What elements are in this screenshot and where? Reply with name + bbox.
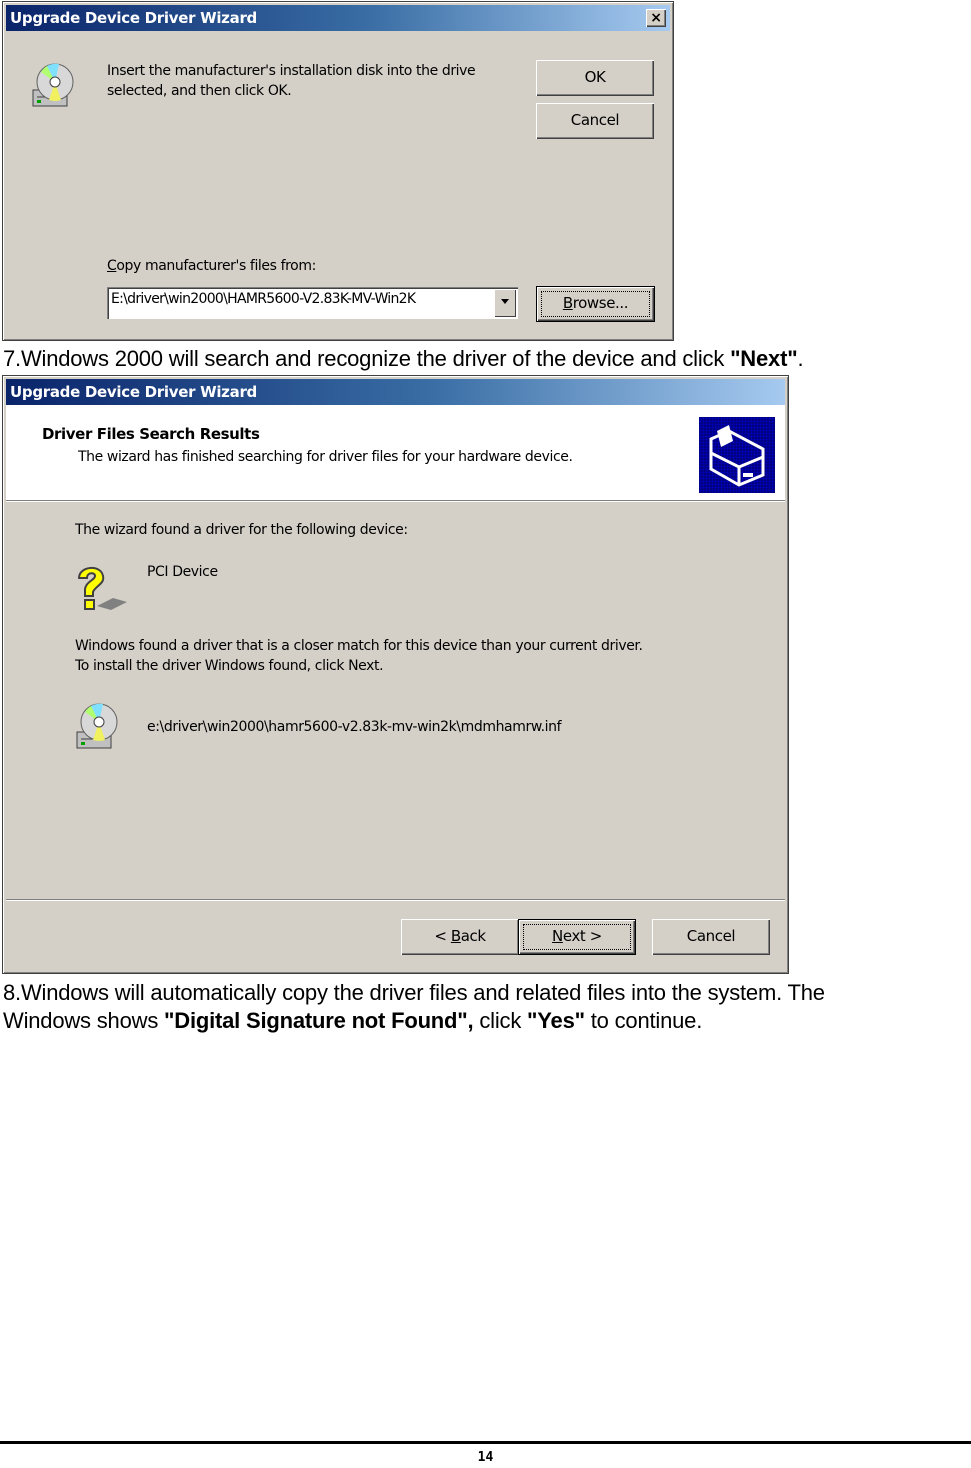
step7-text: 7.Windows 2000 will search and recognize… <box>3 346 804 372</box>
step8-text-c: click <box>473 1008 528 1033</box>
cancel-button[interactable]: Cancel <box>652 919 770 955</box>
device-name: PCI Device <box>147 564 218 580</box>
back-button[interactable]: < Back <box>401 919 519 955</box>
back-button-label: < Back <box>434 927 486 945</box>
copy-label-text: opy manufacturer's files from: <box>116 258 316 274</box>
found-driver-label: The wizard found a driver for the follow… <box>75 522 408 538</box>
insert-disk-message-line2: selected, and then click OK. <box>107 83 292 99</box>
dialog-titlebar: Upgrade Device Driver Wizard <box>6 379 785 405</box>
dialog-title: Upgrade Device Driver Wizard <box>10 9 257 27</box>
driver-search-results-dialog: Upgrade Device Driver Wizard Driver File… <box>2 375 789 974</box>
copy-from-combobox[interactable]: E:\driver\win2000\HAMR5600-V2.83K-MV-Win… <box>107 287 518 319</box>
dialog-titlebar: Upgrade Device Driver Wizard × <box>6 5 670 31</box>
cancel-button-label: Cancel <box>570 111 620 129</box>
dialog-title: Upgrade Device Driver Wizard <box>10 383 257 401</box>
footer-separator <box>6 899 785 901</box>
browse-label-text: rowse... <box>572 294 629 312</box>
back-label-text: ack <box>460 927 486 945</box>
next-button-label: Next > <box>552 927 602 945</box>
step8-text-e: to continue. <box>584 1008 703 1033</box>
cancel-button[interactable]: Cancel <box>536 103 654 139</box>
copy-from-value: E:\driver\win2000\HAMR5600-V2.83K-MV-Win… <box>111 291 416 307</box>
step7-bold: "Next" <box>730 346 798 371</box>
insert-disk-message-line1: Insert the manufacturer's installation d… <box>107 63 476 79</box>
closer-match-line2: To install the driver Windows found, cli… <box>75 658 384 674</box>
back-accesskey: B <box>450 927 461 945</box>
step8-bold-signature: "Digital Signature not Found", <box>164 1008 474 1033</box>
wizard-header: Driver Files Search Results The wizard h… <box>6 405 785 501</box>
step8-bold-yes: "Yes" <box>527 1008 585 1033</box>
close-icon: × <box>650 10 662 26</box>
hardware-wizard-icon <box>699 417 775 493</box>
footer-rule <box>0 1441 971 1444</box>
step7-body: 7.Windows 2000 will search and recognize… <box>3 346 731 371</box>
browse-button-label: Browse... <box>562 294 629 312</box>
next-button[interactable]: Next > <box>518 919 636 955</box>
cd-drive-icon <box>76 703 118 749</box>
step8-line1: 8.Windows will automatically copy the dr… <box>3 980 825 1005</box>
closer-match-line1: Windows found a driver that is a closer … <box>75 638 643 654</box>
insert-disk-dialog: Upgrade Device Driver Wizard × Insert th… <box>2 1 674 341</box>
step8-line2: Windows shows "Digital Signature not Fou… <box>3 1008 702 1034</box>
step7-tail: . <box>797 346 804 371</box>
ok-button-label: OK <box>584 68 606 86</box>
next-accesskey: N <box>552 927 563 945</box>
browse-accesskey: B <box>562 294 573 312</box>
page-number: 14 <box>477 1450 494 1465</box>
close-button[interactable]: × <box>646 9 666 27</box>
wizard-header-title: Driver Files Search Results <box>42 425 260 443</box>
back-arrow: < <box>434 927 451 945</box>
step8-text-a: Windows shows <box>3 1008 165 1033</box>
copy-files-label: Copy manufacturer's files from: <box>107 258 316 274</box>
copy-label-accesskey: C <box>107 258 117 274</box>
next-label-text: ext > <box>562 927 602 945</box>
wizard-header-subtitle: The wizard has finished searching for dr… <box>78 449 573 465</box>
cancel-button-label: Cancel <box>686 927 736 945</box>
chevron-down-icon[interactable] <box>494 289 516 317</box>
cd-drive-icon <box>32 63 74 107</box>
browse-button[interactable]: Browse... <box>536 286 655 322</box>
ok-button[interactable]: OK <box>536 60 654 96</box>
unknown-device-icon <box>77 567 127 610</box>
inf-file-path: e:\driver\win2000\hamr5600-v2.83k-mv-win… <box>147 719 562 735</box>
